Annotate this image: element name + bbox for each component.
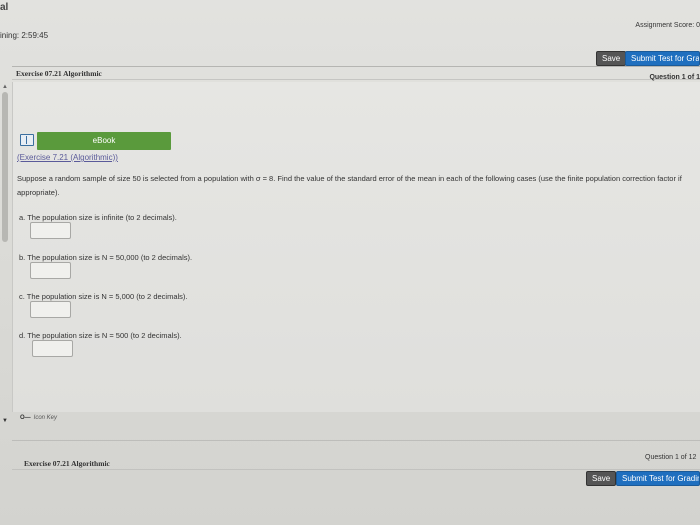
icon-key[interactable]: O— Icon Key <box>20 415 57 421</box>
key-icon: O— <box>20 415 31 421</box>
part-d-label: d. The population size is N = 500 (to 2 … <box>19 331 182 340</box>
submit-test-button[interactable]: Submit Test for Grad <box>625 51 700 66</box>
question-counter: Question 1 of 1 <box>649 74 700 81</box>
footer-save-button[interactable]: Save <box>586 471 617 486</box>
answer-a-input[interactable] <box>30 222 71 239</box>
footer-submit-button[interactable]: Submit Test for Grading <box>616 471 700 486</box>
scroll-down-arrow-icon[interactable]: ▼ <box>2 418 8 424</box>
footer-exercise-title: Exercise 07.21 Algorithmic <box>24 459 110 468</box>
footer-question-counter: Question 1 of 12 <box>645 454 697 461</box>
icon-key-label: Icon Key <box>33 415 58 421</box>
exercise-title: Exercise 07.21 Algorithmic <box>16 69 102 78</box>
save-button[interactable]: Save <box>596 51 627 66</box>
answer-c-input[interactable] <box>30 301 71 318</box>
assignment-score: Assignment Score: 0 <box>635 22 700 29</box>
part-a-label: a. The population size is infinite (to 2… <box>19 213 177 222</box>
time-remaining: ining: 2:59:45 <box>0 31 49 40</box>
app-title: al <box>0 2 9 13</box>
book-icon[interactable] <box>20 134 34 146</box>
scroll-up-arrow-icon[interactable]: ▲ <box>2 84 8 90</box>
exercise-header: Exercise 07.21 Algorithmic Question 1 of… <box>12 66 700 81</box>
part-c-label: c. The population size is N = 5,000 (to … <box>19 292 188 301</box>
divider <box>12 440 700 441</box>
part-b-label: b. The population size is N = 50,000 (to… <box>19 253 193 262</box>
exercise-link[interactable]: (Exercise 7.21 (Algorithmic)) <box>17 153 118 162</box>
problem-statement: Suppose a random sample of size 50 is se… <box>17 174 682 197</box>
header: al ining: 2:59:45 Assignment Score: 0 <box>0 0 700 46</box>
answer-d-input[interactable] <box>32 340 73 357</box>
answer-b-input[interactable] <box>30 262 71 279</box>
assignment-page: al ining: 2:59:45 Assignment Score: 0 Sa… <box>0 0 700 525</box>
ebook-button[interactable]: eBook <box>37 132 171 150</box>
scrollbar-thumb[interactable] <box>2 92 8 242</box>
divider <box>12 469 700 470</box>
